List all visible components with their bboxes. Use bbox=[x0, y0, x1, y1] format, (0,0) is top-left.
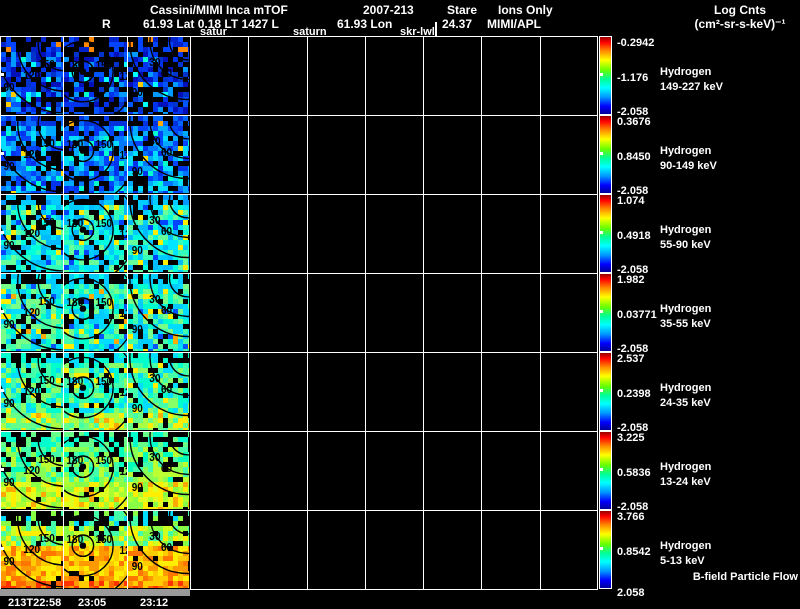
row-species-label-r7: Hydrogen bbox=[660, 540, 712, 552]
title-species-mode: Ions Only bbox=[498, 3, 553, 17]
colorbar-mid-tick bbox=[599, 73, 603, 76]
grid-vline bbox=[597, 36, 598, 589]
grid-hline bbox=[0, 115, 598, 116]
grid-hline bbox=[0, 352, 598, 353]
heatmap-panel-r1-c2 bbox=[64, 37, 127, 114]
row-species-label-r4: Hydrogen bbox=[660, 303, 712, 315]
grid-vline bbox=[248, 36, 249, 589]
grid-hline bbox=[0, 510, 598, 511]
grid-vline bbox=[63, 36, 64, 589]
heatmap-panel-r2-c3 bbox=[128, 116, 189, 193]
grid-vline bbox=[423, 36, 424, 589]
colorbar-max-label-r3: 1.074 bbox=[617, 195, 645, 207]
colorbar-max-label-r1: -0.2942 bbox=[617, 37, 655, 49]
grid-hline bbox=[0, 431, 598, 432]
cassini-mimi-inca-display: Cassini/MIMI Inca mTOF 2007-213 Stare Io… bbox=[0, 0, 800, 609]
title-mission: Cassini/MIMI Inca mTOF bbox=[150, 3, 288, 17]
heatmap-panel-r4-c1 bbox=[1, 274, 63, 351]
heatmap-panel-r3-c3 bbox=[128, 195, 189, 272]
units-line1: Log Cnts bbox=[714, 3, 766, 17]
heatmap-panel-r1-c1 bbox=[1, 37, 63, 114]
ephemeris-r-label: R bbox=[102, 17, 111, 31]
row-species-label-r1: Hydrogen bbox=[660, 66, 712, 78]
heatmap-panel-r3-c2 bbox=[64, 195, 127, 272]
grid-hline bbox=[0, 194, 598, 195]
title-date: 2007-213 bbox=[363, 3, 414, 17]
heatmap-panel-r4-c2 bbox=[64, 274, 127, 351]
colorbar-mid-label-r5: 0.2398 bbox=[617, 388, 651, 400]
colorbar-mid-tick bbox=[599, 547, 603, 550]
units-line2: (cm²-sr-s-keV)⁻¹ bbox=[694, 17, 786, 31]
colorbar-mid-tick bbox=[599, 231, 603, 234]
colorbar-max-label-r7: 3.766 bbox=[617, 511, 645, 523]
heatmap-panel-r5-c2 bbox=[64, 353, 127, 430]
grid-hline bbox=[0, 273, 598, 274]
ephemeris-value: 24.37 bbox=[442, 17, 473, 31]
time-tick-label-3: 23:12 bbox=[140, 597, 169, 609]
heatmap-panel-r7-c2 bbox=[64, 511, 127, 588]
colorbar-mid-label-r1: -1.176 bbox=[617, 72, 649, 84]
colorbar-mid-label-r6: 0.5836 bbox=[617, 467, 651, 479]
colorbar-mid-tick bbox=[599, 468, 603, 471]
grid-vline bbox=[190, 36, 191, 589]
colorbar-mid-tick bbox=[599, 310, 603, 313]
row-energy-label-r2: 90-149 keV bbox=[660, 160, 717, 172]
title-mode: Stare bbox=[447, 3, 478, 17]
colorbar-mid-label-r3: 0.4918 bbox=[617, 230, 651, 242]
grid-vline bbox=[540, 36, 541, 589]
grid-vline bbox=[0, 36, 1, 589]
heatmap-panel-r4-c3 bbox=[128, 274, 189, 351]
heatmap-panel-r6-c3 bbox=[128, 432, 189, 509]
time-axis-bar bbox=[0, 589, 190, 596]
bfield-particle-flow-note: B-field Particle Flow bbox=[692, 571, 798, 583]
time-tick-label-1: 213T22:58 bbox=[8, 597, 62, 609]
colorbar-min-label-r7: 2.058 bbox=[617, 587, 645, 599]
row-energy-label-r3: 55-90 keV bbox=[660, 239, 711, 251]
ephemeris-lon: 61.93 Lon bbox=[337, 17, 393, 31]
event-marker-tick bbox=[435, 22, 437, 36]
grid-vline bbox=[307, 36, 308, 589]
heatmap-panel-r7-c1 bbox=[1, 511, 63, 588]
row-species-label-r3: Hydrogen bbox=[660, 224, 712, 236]
row-energy-label-r4: 35-55 keV bbox=[660, 318, 711, 330]
heatmap-panel-r6-c2 bbox=[64, 432, 127, 509]
colorbar-max-label-r6: 3.225 bbox=[617, 432, 645, 444]
grid-vline bbox=[481, 36, 482, 589]
row-species-label-r5: Hydrogen bbox=[660, 382, 712, 394]
heatmap-panel-r1-c3 bbox=[128, 37, 189, 114]
row-energy-label-r1: 149-227 keV bbox=[660, 81, 723, 93]
grid-vline bbox=[127, 36, 128, 589]
row-species-label-r2: Hydrogen bbox=[660, 145, 712, 157]
heatmap-panel-r2-c2 bbox=[64, 116, 127, 193]
grid-vline bbox=[365, 36, 366, 589]
colorbar-mid-tick bbox=[599, 389, 603, 392]
row-energy-label-r7: 5-13 keV bbox=[660, 555, 705, 567]
colorbar-max-label-r2: 0.3676 bbox=[617, 116, 651, 128]
heatmap-panel-r2-c1 bbox=[1, 116, 63, 193]
heatmap-panel-r6-c1 bbox=[1, 432, 63, 509]
row-energy-label-r6: 13-24 keV bbox=[660, 476, 711, 488]
heatmap-panel-r7-c3 bbox=[128, 511, 189, 588]
colorbar-mid-label-r2: 0.8450 bbox=[617, 151, 651, 163]
colorbar-mid-label-r7: 0.8542 bbox=[617, 546, 651, 558]
row-species-label-r6: Hydrogen bbox=[660, 461, 712, 473]
heatmap-panel-r5-c3 bbox=[128, 353, 189, 430]
row-energy-label-r5: 24-35 keV bbox=[660, 397, 711, 409]
heatmap-panel-r5-c1 bbox=[1, 353, 63, 430]
time-tick-label-2: 23:05 bbox=[78, 597, 107, 609]
colorbar-mid-label-r4: 0.03771 bbox=[617, 309, 657, 321]
org-label: MIMI/APL bbox=[487, 17, 541, 31]
heatmap-panel-r3-c1 bbox=[1, 195, 63, 272]
grid-hline bbox=[0, 36, 598, 37]
colorbar-max-label-r5: 2.537 bbox=[617, 353, 645, 365]
colorbar-mid-tick bbox=[599, 152, 603, 155]
colorbar-max-label-r4: 1.982 bbox=[617, 274, 645, 286]
